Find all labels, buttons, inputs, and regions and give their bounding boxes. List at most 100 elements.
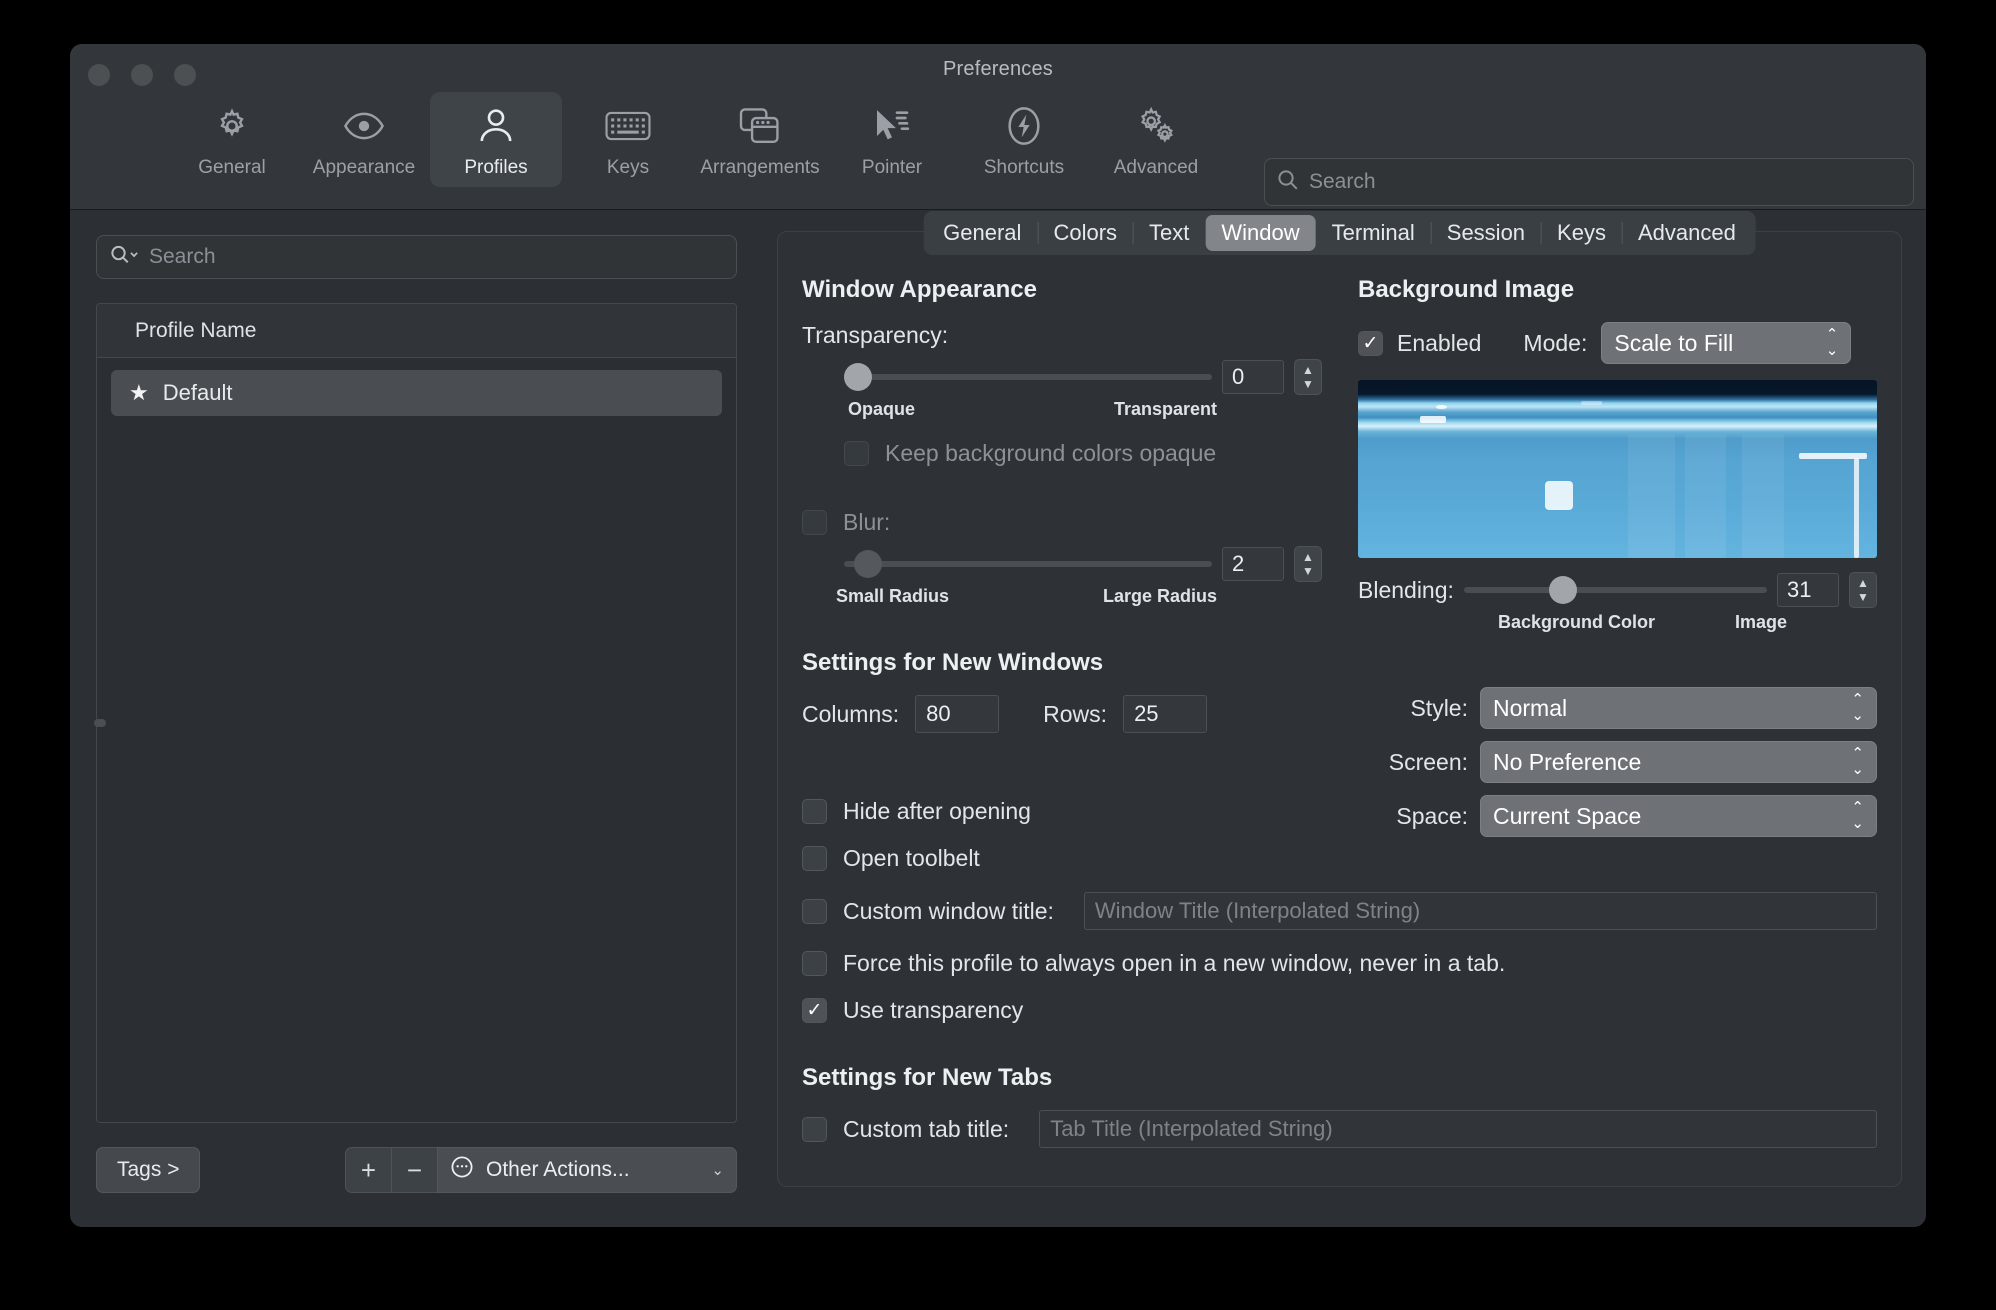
cursor-icon: [872, 102, 912, 150]
slider-knob[interactable]: [844, 363, 872, 391]
toolbar-item-shortcuts[interactable]: Shortcuts: [958, 92, 1090, 187]
eye-icon: [343, 102, 385, 150]
tab-advanced[interactable]: Advanced: [1621, 215, 1752, 251]
use-transparency-checkbox[interactable]: [802, 998, 827, 1023]
settings-new-tabs-heading: Settings for New Tabs: [802, 1064, 1053, 1091]
columns-field[interactable]: 80: [915, 695, 1000, 733]
preferences-window: Preferences General Appearance Profiles …: [70, 44, 1926, 1227]
custom-window-title-checkbox[interactable]: [802, 898, 827, 924]
custom-window-title-field[interactable]: Window Title (Interpolated String): [1083, 892, 1877, 930]
blending-value-field[interactable]: 31: [1777, 573, 1839, 607]
blending-min-label: Background Color: [1498, 612, 1656, 632]
search-input[interactable]: [1309, 170, 1901, 194]
window-screen-select[interactable]: No Preference ⌃ ⌄: [1480, 741, 1877, 783]
toolbar-item-arrangements[interactable]: Arrangements: [694, 92, 826, 187]
tab-text[interactable]: Text: [1133, 215, 1205, 251]
image-band: [1684, 435, 1727, 558]
table-column-header[interactable]: Profile Name: [97, 304, 736, 358]
screen-value: No Preference: [1493, 748, 1642, 775]
profile-settings-main: General Colors Text Window Terminal Sess…: [763, 211, 1926, 1227]
slider-track: [844, 374, 1212, 380]
left-column: Window Appearance Transparency: 0 ▲ ▼ Opa…: [802, 276, 1322, 837]
use-transparency-row[interactable]: Use transparency: [802, 997, 1877, 1024]
force-new-window-row[interactable]: Force this profile to always open in a n…: [802, 950, 1877, 977]
search-dropdown-icon[interactable]: [109, 244, 143, 271]
open-toolbelt-row[interactable]: Open toolbelt: [802, 845, 1877, 872]
blending-label: Blending:: [1358, 576, 1454, 603]
background-image-mode-select[interactable]: Scale to Fill ⌃ ⌄: [1601, 322, 1852, 364]
toolbar-item-appearance[interactable]: Appearance: [298, 92, 430, 187]
keep-bg-opaque-row[interactable]: Keep background colors opaque: [802, 440, 1322, 467]
background-image-enabled-checkbox[interactable]: [1358, 330, 1383, 356]
preferences-search-field[interactable]: [1264, 158, 1914, 206]
transparency-tick-labels: Opaque Transparent: [802, 399, 1322, 420]
blending-slider[interactable]: [1463, 576, 1767, 604]
table-row[interactable]: ★ Default: [111, 370, 722, 416]
tab-session[interactable]: Session: [1430, 215, 1541, 251]
tab-terminal[interactable]: Terminal: [1316, 215, 1431, 251]
bg-enabled-row: Enabled Mode: Scale to Fill ⌃⌄: [1358, 322, 1877, 364]
tab-colors[interactable]: Colors: [1037, 215, 1133, 251]
columns-label: Columns:: [802, 700, 900, 727]
custom-tab-title-row: Custom tab title: Tab Title (Interpolate…: [802, 1110, 1877, 1148]
toolbar-item-label: Keys: [606, 157, 650, 178]
toolbar-item-profiles[interactable]: Profiles: [430, 92, 562, 187]
window-titlebar: Preferences General Appearance Profiles …: [70, 44, 1926, 235]
transparency-value-field[interactable]: 0: [1222, 360, 1284, 394]
hide-after-opening-checkbox[interactable]: [802, 799, 827, 824]
blur-row[interactable]: Blur:: [802, 509, 1322, 536]
chevron-updown-icon: ⌃ ⌄: [1851, 745, 1864, 778]
force-new-window-label: Force this profile to always open in a n…: [843, 950, 1506, 976]
tab-keys[interactable]: Keys: [1541, 215, 1622, 251]
custom-window-title-row: Custom window title: Window Title (Inter…: [802, 892, 1877, 930]
blur-label: Blur:: [843, 509, 891, 535]
settings-new-windows-heading: Settings for New Windows: [802, 649, 1104, 676]
rows-label: Rows:: [1043, 700, 1108, 727]
image-band: [1627, 435, 1675, 558]
other-actions-label: Other Actions...: [486, 1158, 630, 1181]
other-actions-button[interactable]: Other Actions... ⌄: [437, 1147, 737, 1193]
open-toolbelt-label: Open toolbelt: [843, 845, 980, 871]
blur-slider[interactable]: [844, 550, 1212, 578]
profiles-sidebar: Profile Name ★ Default Tags > + −: [70, 211, 763, 1227]
transparency-slider[interactable]: [844, 363, 1212, 391]
profile-search-input[interactable]: [149, 245, 724, 269]
slider-knob[interactable]: [1549, 576, 1578, 604]
table-body: ★ Default: [97, 358, 736, 416]
toolbar-item-keys[interactable]: Keys: [562, 92, 694, 187]
remove-profile-button[interactable]: −: [391, 1147, 437, 1193]
keep-bg-opaque-checkbox[interactable]: [844, 441, 869, 466]
hide-after-opening-row[interactable]: Hide after opening: [802, 798, 1877, 825]
custom-tab-title-checkbox[interactable]: [802, 1116, 827, 1142]
image-highlight: [1435, 404, 1448, 410]
window-title: Preferences: [942, 58, 1054, 80]
profile-search-field[interactable]: [96, 235, 737, 279]
toolbar-item-advanced[interactable]: Advanced: [1090, 92, 1222, 187]
background-image-preview[interactable]: [1358, 380, 1877, 558]
slider-track: [1463, 587, 1767, 593]
split-view-handle[interactable]: [94, 719, 106, 727]
tags-button[interactable]: Tags >: [96, 1147, 201, 1193]
blur-stepper[interactable]: ▲ ▼: [1294, 546, 1322, 582]
tab-general[interactable]: General: [927, 215, 1037, 251]
blending-stepper[interactable]: ▲ ▼: [1849, 572, 1877, 608]
force-new-window-checkbox[interactable]: [802, 951, 827, 976]
window-style-select[interactable]: Normal ⌃ ⌄: [1480, 687, 1877, 729]
slider-knob[interactable]: [854, 550, 883, 578]
add-profile-button[interactable]: +: [345, 1147, 391, 1193]
toolbar-item-label: Pointer: [861, 157, 923, 178]
rows-field[interactable]: 25: [1123, 695, 1208, 733]
open-toolbelt-checkbox[interactable]: [802, 846, 827, 871]
toolbar-item-general[interactable]: General: [166, 92, 298, 187]
tab-window[interactable]: Window: [1205, 215, 1316, 251]
blur-value-field[interactable]: 2: [1222, 547, 1284, 581]
chevron-updown-icon: ⌃ ⌄: [1825, 326, 1839, 359]
blur-checkbox[interactable]: [802, 510, 827, 535]
transparency-stepper[interactable]: ▲ ▼: [1294, 359, 1322, 395]
chevron-down-icon: ⌄: [711, 1162, 724, 1179]
toolbar-item-pointer[interactable]: Pointer: [826, 92, 958, 187]
custom-tab-title-field[interactable]: Tab Title (Interpolated String): [1039, 1110, 1877, 1148]
profile-tabbar: General Colors Text Window Terminal Sess…: [923, 211, 1756, 255]
preferences-toolbar: General Appearance Profiles Keys Arrange…: [166, 92, 1222, 187]
transparency-min-label: Opaque: [848, 399, 916, 419]
